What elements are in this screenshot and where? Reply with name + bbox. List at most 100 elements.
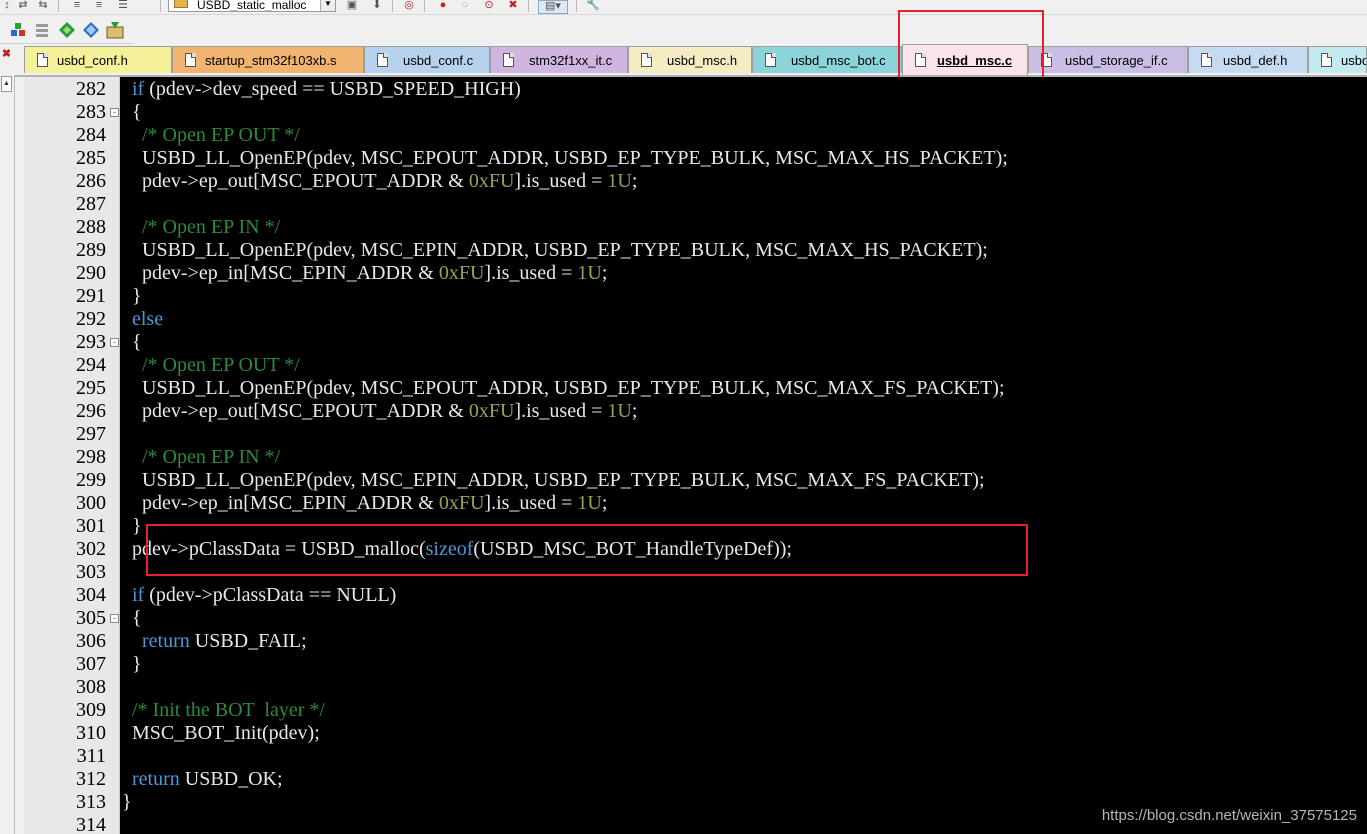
code-line: USBD_LL_OpenEP(pdev, MSC_EPOUT_ADDR, USB… xyxy=(122,377,1005,400)
unindent-icon[interactable]: ⇆ xyxy=(36,0,50,12)
line-number: 307 xyxy=(76,653,106,675)
line-number: 291 xyxy=(76,285,106,307)
code-token-nm: 1U xyxy=(577,262,602,284)
watermark: https://blog.csdn.net/weixin_37575125 xyxy=(1101,807,1357,824)
build-icon[interactable] xyxy=(34,21,52,39)
tab-usbd-msc-h[interactable]: usbd_msc.h xyxy=(628,46,752,73)
line-number: 289 xyxy=(76,239,106,261)
close-icon[interactable]: ✖ xyxy=(1,49,12,60)
code-token-nm: 0xFU xyxy=(468,400,515,422)
code-token: } xyxy=(122,791,132,813)
code-token: ; xyxy=(601,262,608,284)
fold-toggle-icon[interactable]: - xyxy=(110,108,119,117)
fold-toggle-icon[interactable]: - xyxy=(110,338,119,347)
line-number: 296 xyxy=(76,400,106,422)
code-token-cm: /* Init the BOT layer */ xyxy=(132,699,325,721)
line-number: 303 xyxy=(76,561,106,583)
code-token: (pdev->dev_speed == USBD_SPEED_HIGH) xyxy=(144,78,521,100)
comment-icon[interactable]: ≡ xyxy=(70,0,84,12)
file-icon xyxy=(765,53,776,67)
bookmark-icon[interactable]: ☰ xyxy=(116,0,130,12)
line-number: 302 xyxy=(76,538,106,560)
code-token-nm: 0xFU xyxy=(438,492,485,514)
tab-label: usbd_ xyxy=(1341,53,1366,68)
configure-icon[interactable]: 🔧 xyxy=(586,0,600,12)
code-token: } xyxy=(122,515,142,537)
code-token: { xyxy=(122,101,142,123)
code-line: } xyxy=(122,653,142,676)
top-toolbar: ↕ ⇄ ⇆ ≡ ≡ ☰ USBD_static_malloc ▼ ▣ ⬇ ◎ ●… xyxy=(0,0,1367,15)
code-token-nm: 0xFU xyxy=(468,170,515,192)
step-icon[interactable]: ↕ xyxy=(0,0,14,12)
chevron-down-icon[interactable]: ▼ xyxy=(320,0,335,11)
scroll-up-button[interactable]: ▲ xyxy=(1,76,12,92)
line-number: 287 xyxy=(76,193,106,215)
tab-usbd-conf-c[interactable]: usbd_conf.c xyxy=(364,46,490,73)
code-token: ; xyxy=(631,400,638,422)
download-icon[interactable] xyxy=(106,21,124,39)
file-icon xyxy=(185,53,196,67)
toolbar-separator xyxy=(424,0,425,12)
code-area[interactable]: if (pdev->dev_speed == USBD_SPEED_HIGH) … xyxy=(122,77,1367,834)
breakpoint-toggle-icon[interactable]: ⊙ xyxy=(482,0,496,12)
window-layout-icon[interactable]: ▤▾ xyxy=(538,0,568,14)
target-select[interactable]: USBD_static_malloc ▼ xyxy=(168,0,336,12)
file-icon xyxy=(503,53,514,67)
code-line: pdev->ep_in[MSC_EPIN_ADDR & 0xFU].is_use… xyxy=(122,492,607,515)
uncomment-icon[interactable]: ≡ xyxy=(92,0,106,12)
code-line: pdev->ep_out[MSC_EPOUT_ADDR & 0xFU].is_u… xyxy=(122,170,637,193)
code-token: pdev->ep_in[MSC_EPIN_ADDR & xyxy=(122,492,439,514)
translate-icon[interactable] xyxy=(10,21,28,39)
code-line: MSC_BOT_Init(pdev); xyxy=(122,722,320,745)
line-number: 285 xyxy=(76,147,106,169)
code-editor[interactable]: 282 283-284 285 286 287 288 289 290 291 292 293-29… xyxy=(24,77,1367,834)
line-number: 288 xyxy=(76,216,106,238)
tab-usbd-conf-h[interactable]: usbd_conf.h xyxy=(24,46,172,73)
line-number: 290 xyxy=(76,262,106,284)
code-line: if (pdev->pClassData == NULL) xyxy=(122,584,396,607)
batch-build-icon[interactable] xyxy=(82,21,100,39)
code-token-cm: /* Open EP OUT */ xyxy=(142,354,300,376)
code-token: ].is_used = xyxy=(484,262,578,284)
rebuild-icon[interactable] xyxy=(58,21,76,39)
kill-breakpoints-icon[interactable]: ✖ xyxy=(506,0,520,12)
line-number: 306 xyxy=(76,630,106,652)
indent-icon[interactable]: ⇄ xyxy=(16,0,30,12)
tab-label: usbd_conf.c xyxy=(403,53,474,68)
debug-icon[interactable]: ◎ xyxy=(402,0,416,12)
code-token: USBD_LL_OpenEP(pdev, MSC_EPIN_ADDR, USBD… xyxy=(122,239,988,261)
options-icon[interactable]: ▣ xyxy=(345,0,359,12)
breakpoint-disabled-icon[interactable]: ○ xyxy=(458,0,472,12)
toolbar-separator xyxy=(576,0,577,12)
line-number: 312 xyxy=(76,768,106,790)
line-number-gutter: 282 283-284 285 286 287 288 289 290 291 292 293-29… xyxy=(24,77,120,834)
line-number: 311 xyxy=(76,745,106,767)
code-token: MSC_BOT_Init(pdev); xyxy=(122,722,320,744)
tab-startup-stm32f103xb-s[interactable]: startup_stm32f103xb.s xyxy=(172,46,364,73)
tab-label: usbd_storage_if.c xyxy=(1065,53,1168,68)
code-token: (pdev->pClassData == NULL) xyxy=(144,584,397,606)
toolbar-separator xyxy=(58,0,59,12)
tab-usbd-msc-bot-c[interactable]: usbd_msc_bot.c xyxy=(752,46,902,73)
tab-usbd-def-h[interactable]: usbd_def.h xyxy=(1188,46,1308,73)
load-icon[interactable]: ⬇ xyxy=(370,0,384,12)
code-line: } xyxy=(122,285,142,308)
code-token: { xyxy=(122,331,142,353)
tab-usbd-storage-if-c[interactable]: usbd_storage_if.c xyxy=(1028,46,1188,73)
code-token: USBD_OK; xyxy=(179,768,283,790)
code-line: USBD_LL_OpenEP(pdev, MSC_EPOUT_ADDR, USB… xyxy=(122,147,1008,170)
folder-icon xyxy=(174,0,188,8)
tab-stm32f1xx-it-c[interactable]: stm32f1xx_it.c xyxy=(490,46,628,73)
breakpoint-icon[interactable]: ● xyxy=(436,0,450,12)
code-token-kw: else xyxy=(132,308,164,330)
fold-toggle-icon[interactable]: - xyxy=(110,614,119,623)
line-number: 305 xyxy=(76,607,106,629)
toolbar-separator xyxy=(160,0,161,12)
line-number: 298 xyxy=(76,446,106,468)
tab-usbd-partial[interactable]: usbd_ xyxy=(1308,46,1367,73)
code-token-nm: 1U xyxy=(577,492,602,514)
